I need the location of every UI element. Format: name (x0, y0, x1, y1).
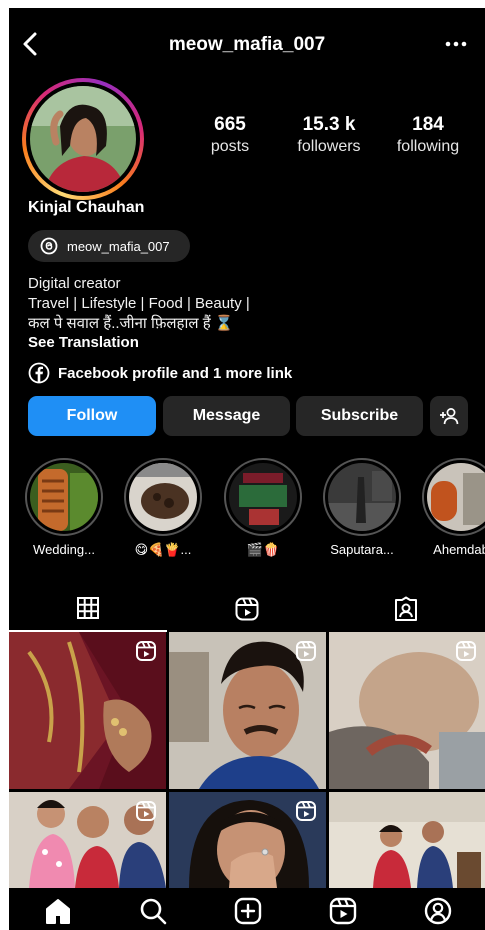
profile-links[interactable]: Facebook profile and 1 more link (28, 362, 292, 384)
bio: Digital creator Travel | Lifestyle | Foo… (28, 274, 250, 334)
top-bar: meow_mafia_007 (9, 8, 485, 78)
tab-tagged[interactable] (327, 586, 485, 632)
message-button[interactable]: Message (163, 396, 290, 436)
more-options-icon[interactable] (441, 32, 471, 56)
highlight-cover (328, 463, 396, 531)
reel-badge-icon (296, 641, 316, 661)
create-post-icon[interactable] (233, 896, 263, 926)
profile-links-text: Facebook profile and 1 more link (58, 364, 293, 382)
threads-badge[interactable]: meow_mafia_007 (28, 230, 190, 262)
highlight-caption: Wedding... (33, 542, 95, 557)
profile-stats: 665 posts 15.3 k followers 184 following (184, 114, 474, 156)
tab-reels[interactable] (168, 586, 326, 632)
post-thumbnail[interactable] (329, 632, 485, 789)
threads-icon (40, 237, 58, 255)
posts-grid (9, 632, 485, 888)
following-label: following (396, 138, 460, 155)
search-icon[interactable] (138, 896, 168, 926)
follow-button[interactable]: Follow (28, 396, 156, 436)
avatar-story-ring[interactable] (22, 78, 144, 200)
bottom-navigation (9, 888, 485, 930)
avatar (30, 86, 136, 192)
following-count: 184 (412, 114, 444, 135)
threads-handle: meow_mafia_007 (67, 238, 170, 254)
suggest-people-button[interactable] (430, 396, 468, 436)
reels-icon[interactable] (328, 896, 358, 926)
bio-line-1: Travel | Lifestyle | Food | Beauty | (28, 295, 250, 312)
highlight-caption: 😋🍕🍟... (134, 542, 192, 557)
posts-label: posts (210, 138, 250, 155)
followers-count: 15.3 k (302, 114, 356, 135)
subscribe-button[interactable]: Subscribe (296, 396, 423, 436)
highlight-item[interactable]: 😋🍕🍟... (122, 458, 204, 558)
highlight-cover (129, 463, 197, 531)
bio-category: Digital creator (28, 275, 121, 292)
posts-count: 665 (214, 114, 246, 135)
tab-posts-grid[interactable] (9, 586, 167, 632)
profile-username-title: meow_mafia_007 (168, 34, 326, 55)
highlight-caption: 🎬🍿 (246, 542, 280, 557)
post-thumbnail[interactable] (169, 632, 326, 789)
reel-badge-icon (136, 801, 156, 821)
tagged-icon (395, 596, 417, 621)
highlight-item[interactable]: 🎬🍿 (222, 458, 304, 558)
highlight-cover (427, 463, 485, 531)
highlight-caption: Ahemdab (433, 542, 485, 557)
post-thumbnail[interactable] (9, 792, 166, 888)
followers-label: followers (297, 138, 361, 155)
highlight-cover (229, 463, 297, 531)
profile-tabs (9, 586, 485, 632)
posts-stat[interactable]: 665 posts (184, 114, 276, 156)
highlight-item[interactable]: Saputara... (321, 458, 403, 557)
add-person-icon (440, 408, 459, 425)
following-stat[interactable]: 184 following (382, 114, 474, 156)
facebook-icon (28, 362, 50, 384)
see-translation-link[interactable]: See Translation (28, 334, 139, 351)
reel-badge-icon (456, 641, 476, 661)
profile-icon[interactable] (423, 896, 453, 926)
post-thumbnail[interactable] (9, 632, 166, 789)
reel-badge-icon (136, 641, 156, 661)
grid-icon (77, 597, 99, 619)
profile-screen: meow_mafia_007 665 posts 15.3 k follower… (9, 8, 485, 930)
followers-stat[interactable]: 15.3 k followers (283, 114, 375, 156)
reel-badge-icon (296, 801, 316, 821)
highlight-item[interactable]: Ahemdab (420, 458, 485, 557)
highlight-cover (30, 463, 98, 531)
home-icon[interactable] (43, 896, 73, 926)
display-name: Kinjal Chauhan (28, 199, 145, 216)
bio-line-2: कल पे सवाल हैं..जीना फ़िलहाल हैं ⌛ (28, 315, 234, 332)
reels-icon (235, 597, 259, 621)
post-thumbnail[interactable] (329, 792, 485, 888)
highlight-item[interactable]: Wedding... (23, 458, 105, 557)
post-thumbnail[interactable] (169, 792, 326, 888)
highlight-caption: Saputara... (330, 542, 394, 557)
